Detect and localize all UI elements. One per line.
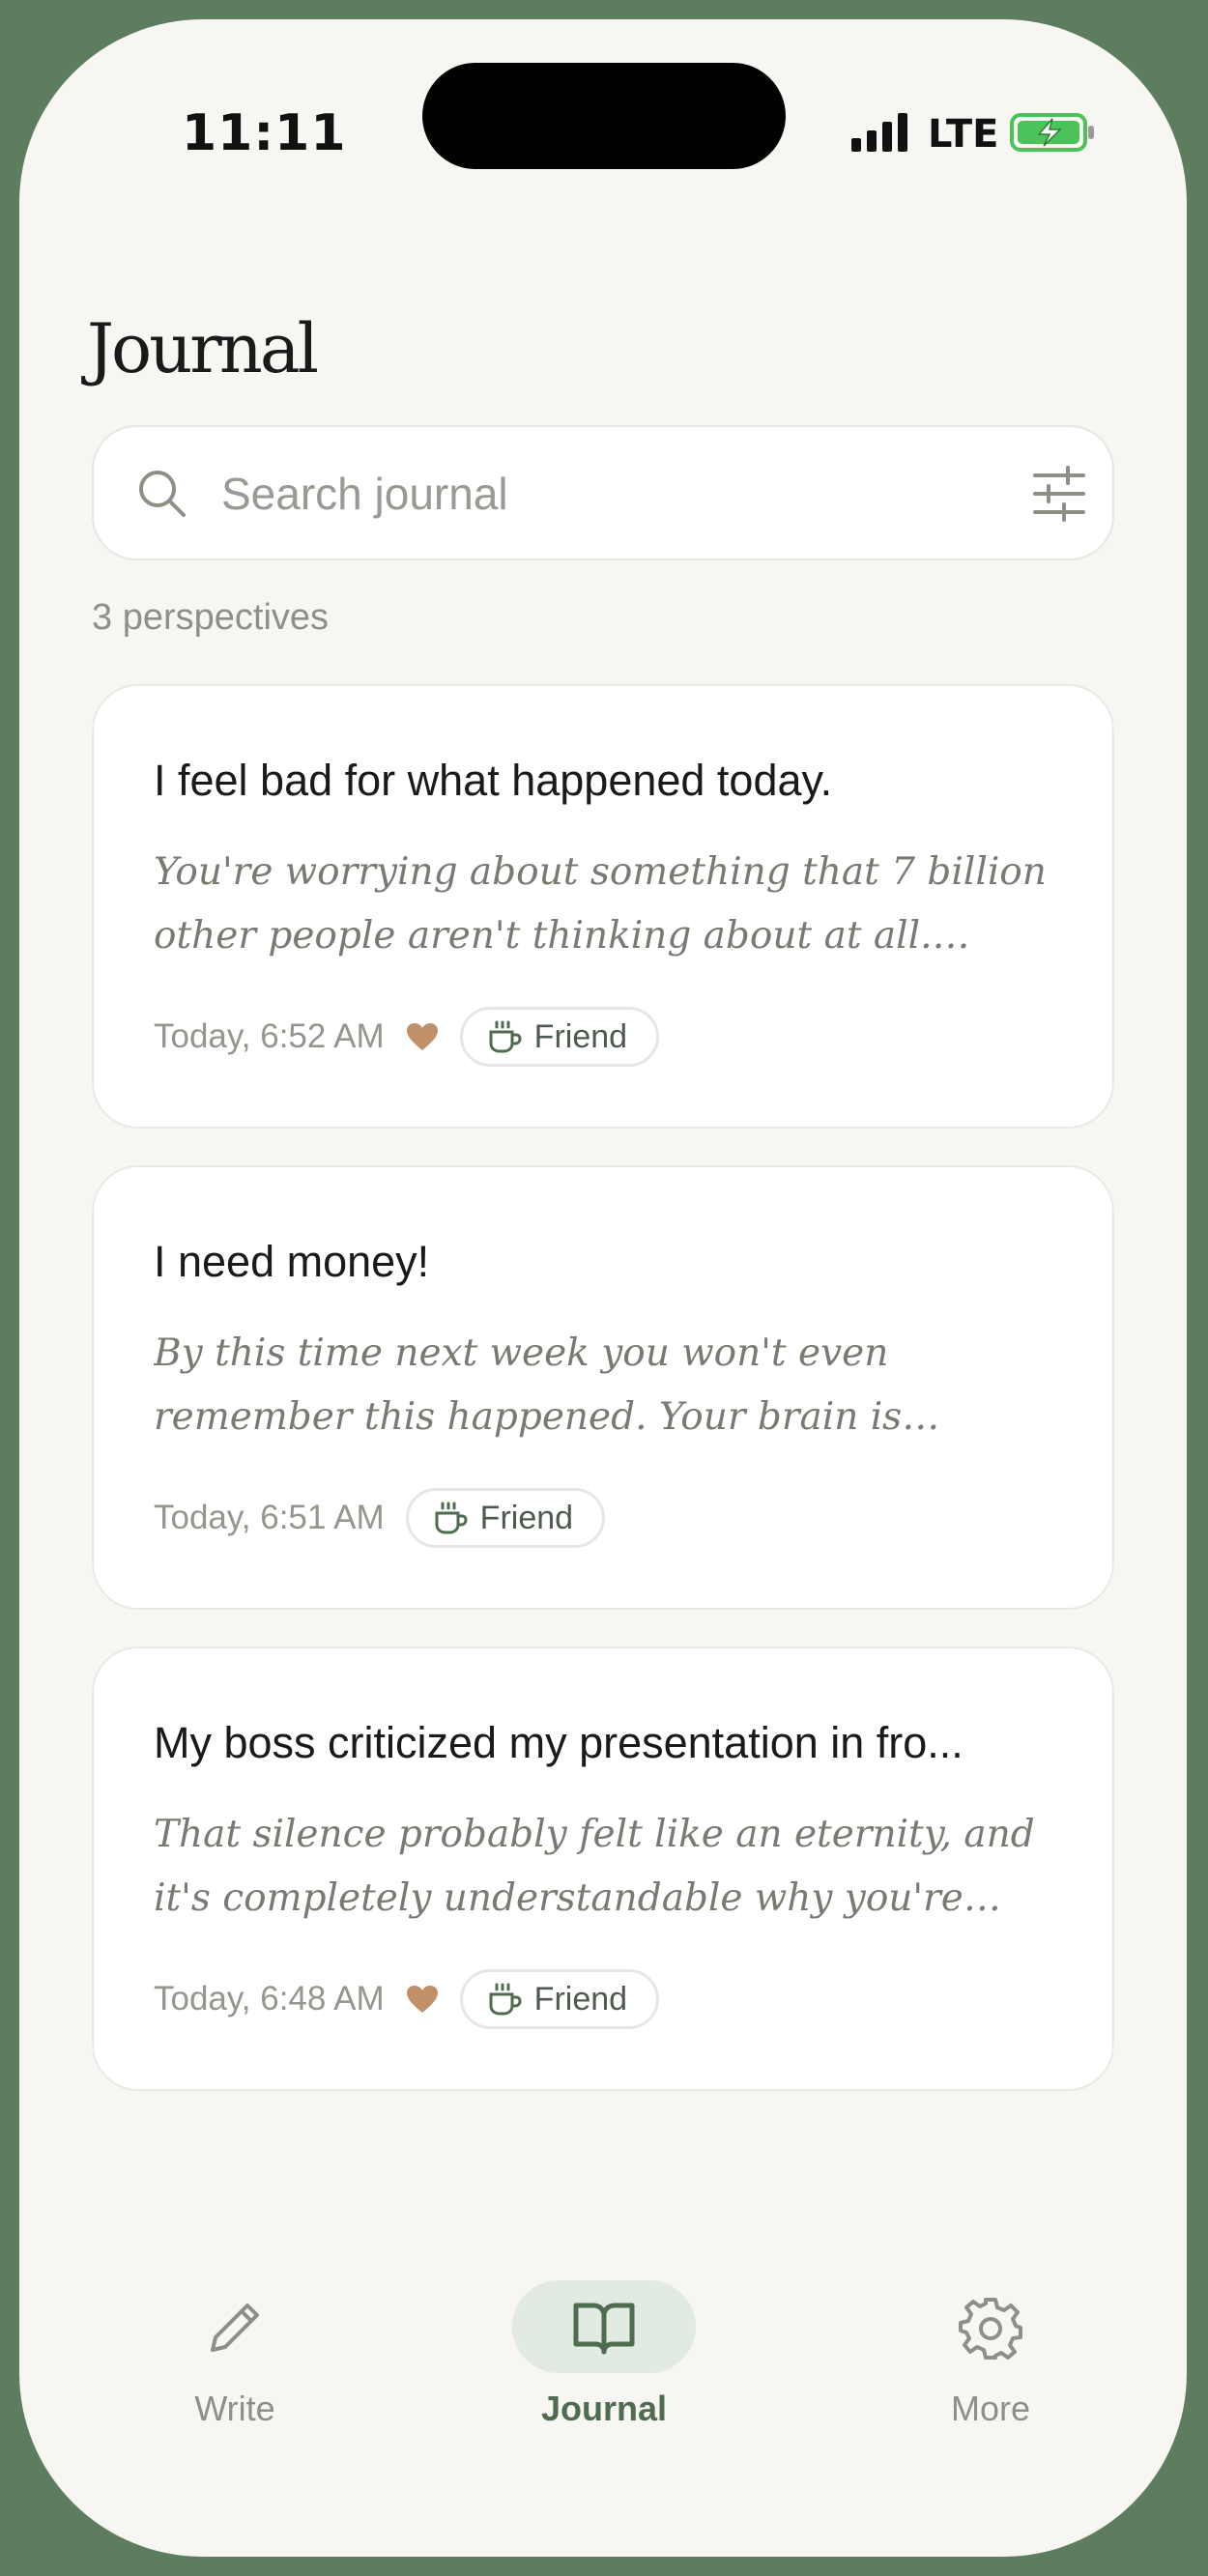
journal-entry-card[interactable]: I need money! By this time next week you… bbox=[92, 1165, 1114, 1610]
persona-chip: Friend bbox=[459, 1007, 660, 1067]
nav-more[interactable]: More bbox=[884, 2280, 1097, 2454]
entry-preview: By this time next week you won't even re… bbox=[154, 1331, 903, 1439]
search-icon bbox=[139, 471, 186, 517]
journal-entry-card[interactable]: I feel bad for what happened today. You'… bbox=[92, 684, 1114, 1129]
entry-time: Today, 6:52 AM bbox=[154, 1017, 385, 1055]
signal-icon bbox=[851, 113, 907, 152]
heart-icon bbox=[406, 1986, 438, 2013]
filter-sliders-icon[interactable] bbox=[1031, 466, 1087, 522]
network-label: LTE bbox=[928, 112, 999, 157]
entry-preview: That silence probably felt like an etern… bbox=[154, 1813, 1035, 1920]
nav-write[interactable]: Write bbox=[129, 2280, 341, 2454]
heart-icon bbox=[406, 1023, 438, 1050]
nav-more-label: More bbox=[950, 2389, 1031, 2428]
entry-title: My boss criticized my presentation in fr… bbox=[154, 1718, 964, 1767]
coffee-cup-icon bbox=[489, 1020, 522, 1053]
dynamic-island bbox=[422, 63, 786, 169]
entry-time: Today, 6:51 AM bbox=[154, 1499, 385, 1536]
persona-label: Friend bbox=[479, 1499, 574, 1536]
gear-icon bbox=[959, 2298, 1022, 2360]
persona-label: Friend bbox=[533, 1017, 628, 1055]
entry-meta: Today, 6:51 AM Friend bbox=[154, 1486, 606, 1550]
entry-title: I feel bad for what happened today. bbox=[154, 756, 833, 805]
persona-chip: Friend bbox=[459, 1969, 660, 2029]
search-bar[interactable] bbox=[92, 425, 1114, 560]
entry-preview: You're worrying about something that 7 b… bbox=[154, 850, 1047, 958]
journal-entry-card[interactable]: My boss criticized my presentation in fr… bbox=[92, 1646, 1114, 2091]
persona-chip: Friend bbox=[405, 1488, 606, 1548]
battery-charging-icon bbox=[1010, 113, 1094, 152]
nav-journal-label: Journal bbox=[540, 2389, 668, 2428]
entry-time: Today, 6:48 AM bbox=[154, 1980, 385, 2018]
persona-label: Friend bbox=[533, 1980, 628, 2018]
search-input[interactable] bbox=[219, 456, 977, 531]
page-title: Journal bbox=[87, 309, 319, 388]
book-icon bbox=[573, 2303, 635, 2355]
nav-journal[interactable]: Journal bbox=[498, 2280, 710, 2454]
coffee-cup-icon bbox=[489, 1983, 522, 2016]
entry-title: I need money! bbox=[154, 1237, 430, 1286]
entry-count: 3 perspectives bbox=[92, 597, 330, 638]
status-time: 11:11 bbox=[182, 104, 347, 162]
coffee-cup-icon bbox=[435, 1502, 468, 1534]
phone-screen: 11:11 LTE Journal Search journal 3 persp… bbox=[19, 19, 1187, 2557]
entry-meta: Today, 6:52 AM Friend bbox=[154, 1005, 660, 1069]
nav-write-label: Write bbox=[194, 2389, 275, 2428]
entry-meta: Today, 6:48 AM Friend bbox=[154, 1967, 660, 2031]
pencil-icon bbox=[211, 2304, 259, 2352]
